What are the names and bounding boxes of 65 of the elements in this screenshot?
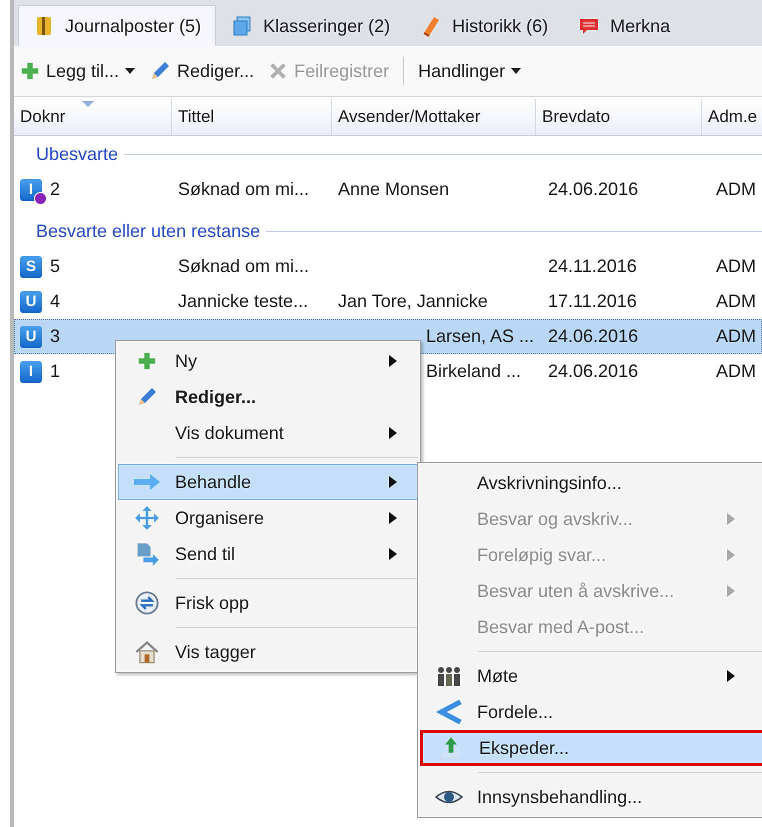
type-badge: S [20,256,42,278]
menu-item[interactable]: Rediger... [118,379,418,415]
table-cell: 2 [50,179,60,200]
menu-item[interactable]: Vis dokument [118,415,418,451]
column-header[interactable]: Brevdato [536,99,702,135]
menu-item[interactable]: Møte [420,658,762,694]
close-icon [268,61,288,81]
table-cell: Søknad om mi... [178,256,310,276]
table-cell: Anne Monsen [338,179,450,199]
table-cell-text: 24.06.2016 [548,179,640,200]
share-icon [435,698,463,726]
table-cell: Larsen, AS ... [426,326,534,346]
table-cell-text: ADM [716,326,757,347]
menu-item[interactable]: Fordele... [420,694,762,730]
dropdown-button[interactable]: Handlinger [414,53,526,89]
table-cell: 5 [50,256,60,277]
table-cell-text: ADM [716,291,757,312]
table-cell: Jan Tore, Jannicke [338,291,488,311]
table-cell: Søknad om mi... [178,179,310,199]
caret-icon [125,68,136,74]
menu-item[interactable]: Innsynsbehandling... [420,779,762,815]
pencil-icon [149,60,172,82]
table-cell-text: 24.06.2016 [548,326,640,347]
menu-item[interactable]: Frisk opp [118,585,418,621]
column-header[interactable]: Adm.e [702,99,762,135]
tab[interactable]: Merkna [563,5,686,46]
dropdown-button[interactable]: Legg til... [16,53,140,89]
group-label: Ubesvarte [36,144,118,164]
table-cell: Birkeland ... [426,361,522,381]
plus-icon [20,61,40,81]
tab[interactable]: Historikk (6) [405,5,564,46]
table-cell: Jannicke teste... [178,291,308,311]
menu-item[interactable]: Ekspeder... [420,730,762,766]
refresh-icon [134,590,160,616]
menu-item[interactable]: Vis tagger [118,634,418,670]
tab[interactable]: Journalposter (5) [18,5,216,46]
menu-item[interactable]: Send til [118,536,418,572]
document-stack-icon [231,15,254,37]
menu-item[interactable]: Behandle [118,464,418,500]
table-cell: 3 [50,326,60,347]
column-header[interactable]: Avsender/Mottaker [332,99,536,135]
move-icon [134,505,160,531]
menu-item[interactable]: Avskrivningsinfo... [420,465,762,501]
menu-item[interactable]: Organisere [118,500,418,536]
table-cell-text: ADM [716,256,757,277]
plus-icon [137,351,157,371]
column-header[interactable]: Doknr [14,99,172,135]
table-cell: 4 [50,291,60,312]
pencil-icon [136,386,158,408]
table-cell-text: ADM [716,179,757,200]
table-cell: 1 [50,361,60,382]
table-cell-text: 24.06.2016 [548,361,640,382]
tab[interactable]: Klasseringer (2) [216,5,406,46]
type-badge: U [20,290,42,312]
table-cell-text: ADM [716,361,757,382]
table-cell-text: 24.11.2016 [548,256,638,277]
house-icon [134,639,160,665]
type-badge: U [20,326,42,348]
caret-icon [511,68,522,74]
toolbar-button[interactable]: Rediger... [145,53,258,89]
group-label: Besvarte eller uten restanse [36,220,260,242]
sort-icon [82,101,94,107]
type-badge: I [20,360,42,382]
table-cell-text: 17.11.2016 [548,291,638,312]
column-header[interactable]: Tittel [172,99,332,135]
